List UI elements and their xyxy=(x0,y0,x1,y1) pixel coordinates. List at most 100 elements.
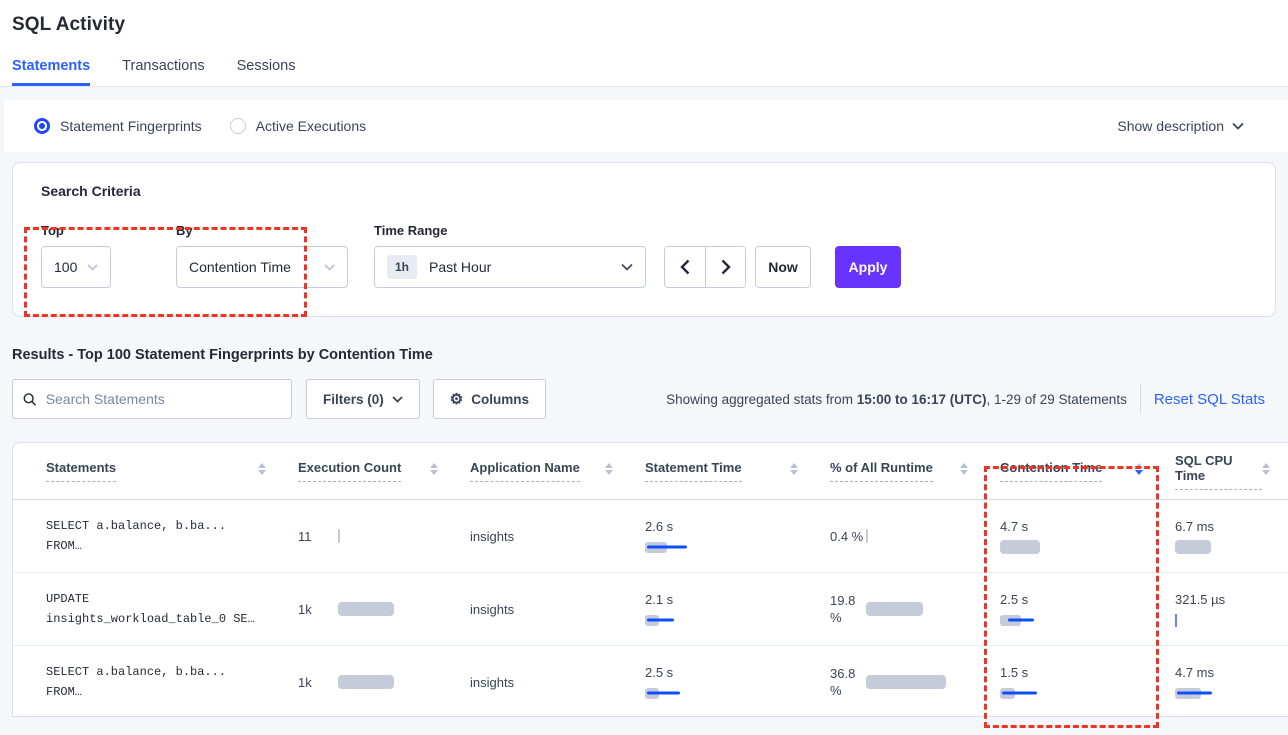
previous-time-button[interactable] xyxy=(665,247,705,287)
columns-label: Columns xyxy=(471,392,529,407)
execution-count-cell: 1k xyxy=(284,602,456,617)
search-statements-input[interactable] xyxy=(46,391,281,407)
view-mode-strip: Statement FingerprintsActive Executions … xyxy=(4,100,1288,152)
sort-icon[interactable] xyxy=(1135,463,1143,475)
execution-count-cell: 1k xyxy=(284,675,456,690)
radio-option-label: Statement Fingerprints xyxy=(60,118,202,134)
bar-chart xyxy=(338,675,394,690)
chevron-down-icon xyxy=(621,263,633,271)
by-label: By xyxy=(176,223,348,238)
sort-icon[interactable] xyxy=(605,463,613,475)
col-header-label: Statements xyxy=(46,460,116,482)
time-range-label: Time Range xyxy=(374,223,646,238)
chevron-right-icon xyxy=(721,259,731,275)
col-header-execution_count[interactable]: Execution Count xyxy=(284,460,456,482)
bar-chart xyxy=(866,602,923,617)
contention-time-cell: 4.7 s xyxy=(986,518,1161,555)
statement-time-cell: 2.1 s xyxy=(631,591,816,628)
bar-chart xyxy=(1000,540,1161,555)
apply-button[interactable]: Apply xyxy=(835,246,901,288)
col-header-statement_time[interactable]: Statement Time xyxy=(631,460,816,482)
statements-table: Statements Execution Count Application Nam… xyxy=(12,442,1288,717)
pct-runtime-cell: 36.8 % xyxy=(816,665,986,699)
statement-fingerprint-link[interactable]: SELECT a.balance, b.ba...FROM… xyxy=(13,516,284,556)
time-range-select[interactable]: 1h Past Hour xyxy=(374,246,646,288)
sort-icon[interactable] xyxy=(960,463,968,475)
search-criteria-card: Search Criteria Top 100 By Contention Ti… xyxy=(12,162,1276,317)
time-pager xyxy=(664,246,746,288)
col-header-contention_time[interactable]: Contention Time xyxy=(986,460,1161,482)
table-row: SELECT a.balance, b.ba...FROM…11insights… xyxy=(13,500,1288,573)
col-header-application_name[interactable]: Application Name xyxy=(456,460,631,482)
radio-option-label: Active Executions xyxy=(256,118,367,134)
next-time-button[interactable] xyxy=(705,247,745,287)
show-description-toggle[interactable]: Show description xyxy=(1117,118,1258,134)
radio-selected-icon xyxy=(34,118,50,134)
bar-chart xyxy=(1175,686,1288,701)
sql-cpu-time-cell: 4.7 ms xyxy=(1161,664,1288,701)
bar-chart xyxy=(866,529,868,544)
results-heading: Results - Top 100 Statement Fingerprints… xyxy=(12,347,1288,363)
time-range-value: Past Hour xyxy=(429,259,491,275)
top-label: Top xyxy=(41,223,111,238)
search-statements-box xyxy=(12,379,292,419)
statement-fingerprint-link[interactable]: UPDATEinsights_workload_table_0 SE… xyxy=(13,589,284,629)
bar-chart xyxy=(1175,540,1288,555)
bar-chart xyxy=(645,540,816,555)
bar-chart xyxy=(866,675,946,690)
by-value: Contention Time xyxy=(189,259,291,275)
by-select[interactable]: Contention Time xyxy=(176,246,348,288)
chevron-down-icon xyxy=(324,264,335,271)
sql-cpu-time-cell: 321.5 µs xyxy=(1161,591,1288,628)
radio-unselected-icon xyxy=(230,118,246,134)
tab-transactions[interactable]: Transactions xyxy=(122,58,204,86)
aggregated-stats-text: Showing aggregated stats from 15:00 to 1… xyxy=(666,392,1127,407)
radio-option[interactable]: Active Executions xyxy=(230,118,367,134)
bar-chart xyxy=(338,529,340,544)
contention-time-cell: 1.5 s xyxy=(986,664,1161,701)
col-header-sql_cpu_time[interactable]: SQL CPU Time xyxy=(1161,453,1288,490)
app-header: SQL Activity Statements Transactions Sessi… xyxy=(0,0,1288,87)
statement-time-cell: 2.5 s xyxy=(631,664,816,701)
time-range-badge: 1h xyxy=(387,255,417,279)
col-header-label: SQL CPU Time xyxy=(1175,453,1262,490)
col-header-pct_runtime[interactable]: % of All Runtime xyxy=(816,460,986,482)
col-header-label: Contention Time xyxy=(1000,460,1102,482)
statement-fingerprint-link[interactable]: SELECT a.balance, b.ba...FROM… xyxy=(13,662,284,702)
tab-bar: Statements Transactions Sessions xyxy=(12,58,1288,86)
application-name-cell: insights xyxy=(456,602,631,617)
bar-chart xyxy=(1000,686,1161,701)
top-select[interactable]: 100 xyxy=(41,246,111,288)
statement-time-cell: 2.6 s xyxy=(631,518,816,555)
pct-runtime-cell: 0.4 % xyxy=(816,528,986,545)
view-mode-radio-group: Statement Fingerprints Active Executions xyxy=(34,118,366,134)
tab-statements[interactable]: Statements xyxy=(12,58,90,86)
page-title: SQL Activity xyxy=(12,14,1288,36)
radio-option[interactable]: Statement Fingerprints xyxy=(34,118,202,134)
bar-chart xyxy=(645,613,816,628)
now-button[interactable]: Now xyxy=(755,246,811,288)
reset-sql-stats-link[interactable]: Reset SQL Stats xyxy=(1154,391,1276,408)
sort-icon[interactable] xyxy=(790,463,798,475)
filters-button[interactable]: Filters (0) xyxy=(306,379,420,419)
sort-icon[interactable] xyxy=(1262,463,1270,475)
tab-sessions[interactable]: Sessions xyxy=(237,58,296,86)
vertical-divider xyxy=(1140,384,1141,414)
bar-chart xyxy=(1175,613,1288,628)
chevron-down-icon xyxy=(1232,122,1244,130)
bar-chart xyxy=(338,602,394,617)
application-name-cell: insights xyxy=(456,529,631,544)
sort-icon[interactable] xyxy=(430,463,438,475)
col-header-statement[interactable]: Statements xyxy=(13,460,284,482)
search-icon xyxy=(23,392,37,407)
col-header-label: Execution Count xyxy=(298,460,401,482)
contention-time-cell: 2.5 s xyxy=(986,591,1161,628)
chevron-left-icon xyxy=(680,259,690,275)
sort-icon[interactable] xyxy=(258,463,266,475)
col-header-label: Application Name xyxy=(470,460,580,482)
table-row: UPDATEinsights_workload_table_0 SE…1kins… xyxy=(13,573,1288,646)
chevron-down-icon xyxy=(392,396,403,403)
table-row: SELECT a.balance, b.ba...FROM…1kinsights… xyxy=(13,646,1288,717)
stats-time-range: 15:00 to 16:17 (UTC) xyxy=(857,392,987,407)
columns-button[interactable]: ⚙ Columns xyxy=(433,379,546,419)
